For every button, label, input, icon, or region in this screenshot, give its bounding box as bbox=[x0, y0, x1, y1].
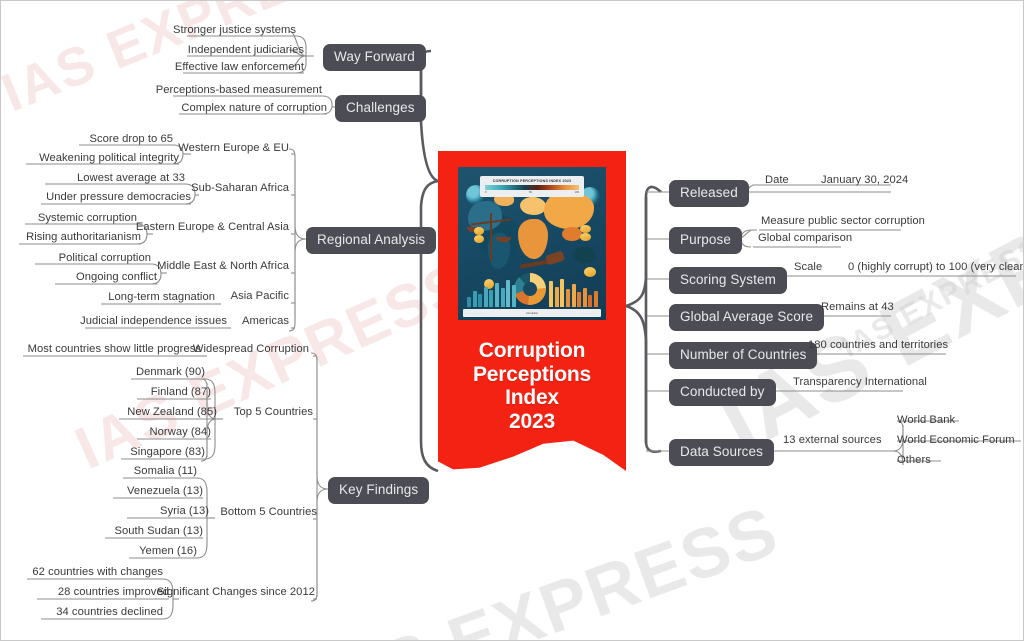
leaf-score-drop-to-65[interactable]: Score drop to 65 bbox=[89, 133, 173, 145]
leaf-syria[interactable]: Syria (13) bbox=[160, 505, 209, 517]
branch-number-of-countries[interactable]: Number of Countries bbox=[669, 342, 818, 369]
mindmap-canvas: IAS EXPRESS IAS EXPRESS IAS EXPRESS IAS … bbox=[0, 0, 1024, 641]
subbranch-significant-changes-since-2012[interactable]: Significant Changes since 2012 bbox=[157, 586, 315, 598]
cpi-infographic-thumbnail: · · · · · · · · · · Corruption · · · · ·… bbox=[458, 167, 606, 320]
subbranch-widespread-corruption[interactable]: Widespread Corruption bbox=[193, 343, 309, 355]
continent-southeast-asia bbox=[562, 227, 582, 241]
branch-regional-analysis[interactable]: Regional Analysis bbox=[306, 227, 437, 254]
thumbnail-axis: · · · · · · · · · · Corruption · · · · ·… bbox=[463, 309, 601, 317]
leaf-perceptions-based-measurement[interactable]: Perceptions-based measurement bbox=[156, 84, 322, 96]
branch-purpose[interactable]: Purpose bbox=[669, 227, 742, 254]
axis-label-center: Corruption bbox=[525, 311, 539, 315]
leaf-singapore[interactable]: Singapore (83) bbox=[130, 446, 205, 458]
leaf-28-countries-improved[interactable]: 28 countries improved bbox=[58, 586, 169, 598]
coin-icon bbox=[584, 267, 596, 277]
axis-label-right: · · · · · · · · · · bbox=[581, 311, 597, 315]
legend-tick: 50 bbox=[529, 191, 532, 194]
coin-stack bbox=[474, 235, 484, 243]
leaf-yemen[interactable]: Yemen (16) bbox=[139, 545, 197, 557]
region-sub-saharan-africa[interactable]: Sub-Saharan Africa bbox=[191, 182, 289, 194]
leaf-under-pressure-democracies[interactable]: Under pressure democracies bbox=[46, 191, 191, 203]
axis-label-left: · · · · · · · · · · bbox=[467, 311, 483, 315]
leaf-others[interactable]: Others bbox=[897, 454, 931, 466]
continent-australia bbox=[574, 247, 596, 263]
thumbnail-legend-gradient bbox=[485, 185, 579, 190]
leaf-34-countries-declined[interactable]: 34 countries declined bbox=[56, 606, 163, 618]
center-title-line-2: Perceptions Index bbox=[472, 362, 591, 410]
leaf-political-corruption[interactable]: Political corruption bbox=[59, 252, 151, 264]
branch-way-forward[interactable]: Way Forward bbox=[323, 44, 426, 71]
coin-stack bbox=[580, 233, 591, 241]
leaf-global-comparison[interactable]: Global comparison bbox=[758, 232, 852, 244]
legend-tick: 0 bbox=[485, 191, 487, 194]
region-middle-east-north-africa[interactable]: Middle East & North Africa bbox=[157, 260, 289, 272]
center-title: Corruption Perceptions Index 2023 bbox=[446, 339, 618, 434]
continent-europe bbox=[520, 197, 546, 215]
bar-chart-right bbox=[549, 279, 598, 307]
leaf-south-sudan[interactable]: South Sudan (13) bbox=[115, 525, 204, 537]
leaf-date-label[interactable]: Date bbox=[765, 174, 789, 186]
legend-tick: 100 bbox=[574, 191, 579, 194]
leaf-measure-public-sector-corruption[interactable]: Measure public sector corruption bbox=[761, 215, 925, 227]
subbranch-top-5-countries[interactable]: Top 5 Countries bbox=[234, 406, 313, 418]
bar-chart-left bbox=[467, 280, 516, 307]
leaf-13-external-sources[interactable]: 13 external sources bbox=[783, 434, 882, 446]
leaf-most-countries-show-little-progress[interactable]: Most countries show little progress bbox=[28, 343, 201, 355]
leaf-scale-value[interactable]: 0 (highly corrupt) to 100 (very clean) bbox=[848, 261, 1023, 273]
leaf-new-zealand[interactable]: New Zealand (85) bbox=[127, 406, 217, 418]
leaf-world-economic-forum[interactable]: World Economic Forum bbox=[897, 434, 1015, 446]
thumbnail-legend-ticks: 0 50 100 bbox=[485, 191, 579, 195]
leaf-scale-label[interactable]: Scale bbox=[794, 261, 822, 273]
leaf-norway[interactable]: Norway (84) bbox=[150, 426, 211, 438]
leaf-rising-authoritarianism[interactable]: Rising authoritarianism bbox=[26, 231, 141, 243]
leaf-effective-law-enforcement[interactable]: Effective law enforcement bbox=[175, 61, 304, 73]
gavel-head bbox=[544, 250, 566, 266]
subbranch-bottom-5-countries[interactable]: Bottom 5 Countries bbox=[220, 506, 317, 518]
leaf-weakening-political-integrity[interactable]: Weakening political integrity bbox=[39, 152, 179, 164]
branch-key-findings[interactable]: Key Findings bbox=[328, 477, 430, 504]
leaf-systemic-corruption[interactable]: Systemic corruption bbox=[38, 212, 137, 224]
leaf-somalia[interactable]: Somalia (11) bbox=[134, 465, 197, 477]
coin-stack bbox=[580, 225, 591, 233]
branch-data-sources[interactable]: Data Sources bbox=[669, 439, 774, 466]
region-asia-pacific[interactable]: Asia Pacific bbox=[231, 290, 289, 302]
continent-africa bbox=[518, 219, 548, 259]
leaf-independent-judiciaries[interactable]: Independent judiciaries bbox=[188, 44, 304, 56]
leaf-world-bank[interactable]: World Bank bbox=[897, 414, 955, 426]
leaf-remains-at-43[interactable]: Remains at 43 bbox=[821, 301, 894, 313]
branch-challenges[interactable]: Challenges bbox=[335, 95, 426, 122]
leaf-release-date-value[interactable]: January 30, 2024 bbox=[821, 174, 908, 186]
leaf-ongoing-conflict[interactable]: Ongoing conflict bbox=[76, 271, 157, 283]
donut-chart-art bbox=[514, 273, 546, 305]
leaf-complex-nature-of-corruption[interactable]: Complex nature of corruption bbox=[181, 102, 327, 114]
leaf-long-term-stagnation[interactable]: Long-term stagnation bbox=[108, 291, 215, 303]
center-title-line-1: Corruption bbox=[478, 339, 586, 362]
leaf-transparency-international[interactable]: Transparency International bbox=[793, 376, 927, 388]
scales-post bbox=[490, 213, 492, 261]
thumbnail-legend-title: CORRUPTION PERCEPTIONS INDEX 2023 bbox=[492, 179, 572, 183]
leaf-judicial-independence-issues[interactable]: Judicial independence issues bbox=[80, 315, 227, 327]
center-title-line-3: 2023 bbox=[509, 410, 555, 434]
leaf-180-countries-and-territories[interactable]: 180 countries and territories bbox=[808, 339, 948, 351]
branch-conducted-by[interactable]: Conducted by bbox=[669, 379, 776, 406]
region-western-europe-eu[interactable]: Western Europe & EU bbox=[178, 142, 289, 154]
center-node[interactable]: · · · · · · · · · · Corruption · · · · ·… bbox=[438, 151, 626, 471]
leaf-stronger-justice-systems[interactable]: Stronger justice systems bbox=[173, 24, 296, 36]
branch-scoring-system[interactable]: Scoring System bbox=[669, 267, 787, 294]
leaf-finland[interactable]: Finland (87) bbox=[151, 386, 211, 398]
thumbnail-legend: CORRUPTION PERCEPTIONS INDEX 2023 0 50 1… bbox=[480, 176, 584, 197]
branch-global-average-score[interactable]: Global Average Score bbox=[669, 304, 825, 331]
branch-released[interactable]: Released bbox=[669, 180, 749, 207]
leaf-denmark[interactable]: Denmark (90) bbox=[136, 366, 205, 378]
leaf-62-countries-with-changes[interactable]: 62 countries with changes bbox=[32, 566, 163, 578]
region-eastern-europe-central-asia[interactable]: Eastern Europe & Central Asia bbox=[136, 221, 289, 233]
leaf-venezuela[interactable]: Venezuela (13) bbox=[127, 485, 203, 497]
region-americas[interactable]: Americas bbox=[242, 315, 289, 327]
coin-stack bbox=[474, 227, 484, 235]
leaf-lowest-average-at-33[interactable]: Lowest average at 33 bbox=[77, 172, 185, 184]
